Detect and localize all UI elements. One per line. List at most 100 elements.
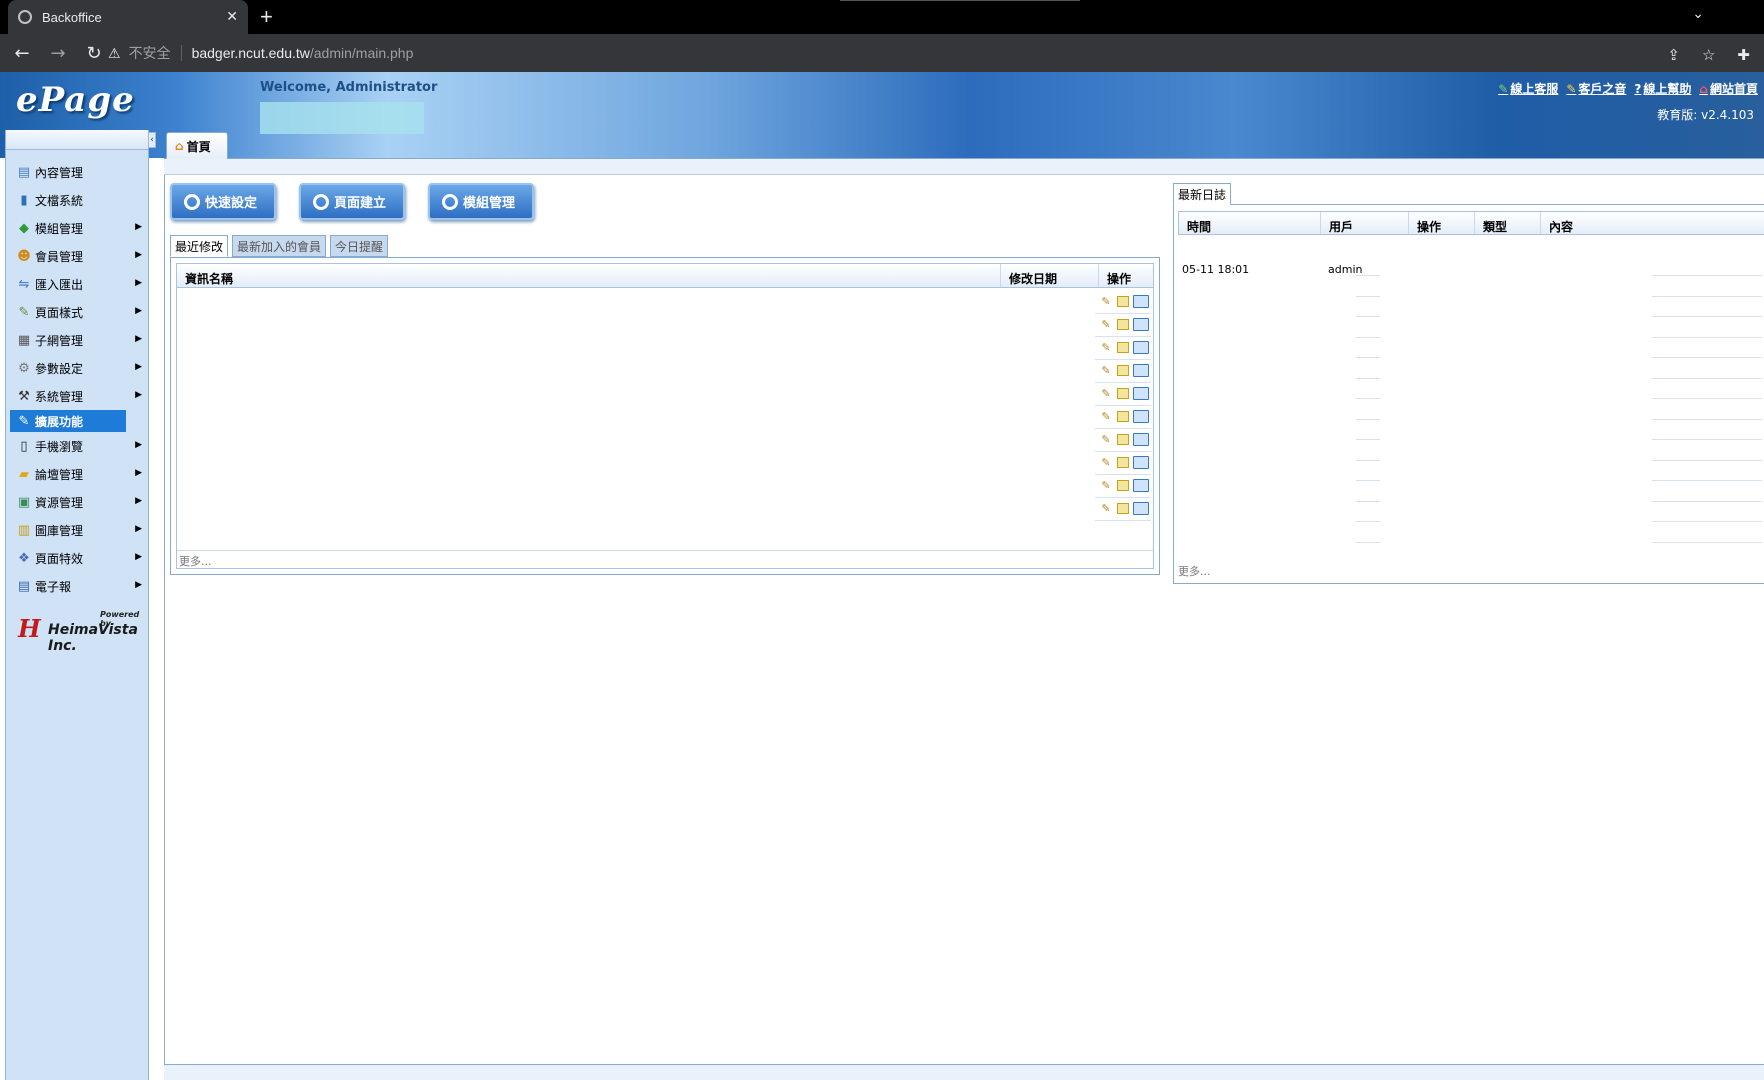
edit-icon[interactable]: ✎ [1099, 502, 1113, 516]
sidebar-item-forum[interactable]: ▰ 論壇管理 ▶ [6, 460, 148, 488]
edit-icon[interactable]: ✎ [1099, 387, 1113, 401]
edit-icon[interactable]: ✎ [1099, 410, 1113, 424]
sidebar-item-label: 子網管理 [35, 333, 84, 348]
folder-icon[interactable] [1133, 410, 1149, 423]
submenu-arrow-icon: ▶ [135, 278, 142, 288]
close-tab-icon[interactable]: ✕ [226, 9, 238, 25]
tab-new-members[interactable]: 最新加入的會員 [232, 235, 327, 257]
sidebar-item-modules[interactable]: ◆ 模組管理 ▶ [6, 214, 148, 242]
sidebar-menu: ▤ 內容管理 ▮ 文檔系統 ◆ 模組管理 ▶ ☻ 會員管理 ▶ ⇋ 匯入匯出 ▶ ✎ 頁面樣式 ▶ … [6, 150, 148, 600]
grid-icon[interactable] [1117, 319, 1129, 330]
link-site-home[interactable]: ⌂ 網站首頁 [1699, 80, 1758, 97]
edit-icon[interactable]: ✎ [1099, 318, 1113, 332]
row-divider [1356, 336, 1380, 338]
grid-icon[interactable] [1117, 296, 1129, 307]
submenu-arrow-icon: ▶ [135, 306, 142, 316]
log-more-link[interactable]: 更多... [1178, 563, 1211, 579]
folder-icon[interactable] [1133, 318, 1149, 331]
row-divider [1356, 398, 1380, 399]
sidebar-item-gallery[interactable]: ▥ 圖庫管理 ▶ [6, 516, 148, 544]
grid-icon[interactable] [1117, 365, 1129, 376]
share-icon[interactable]: ⇪ [1667, 46, 1680, 64]
forward-icon[interactable]: → [44, 43, 72, 64]
sidebar-item-system[interactable]: ⚒ 系統管理 ▶ [6, 382, 148, 410]
browser-tab-bar: Backoffice ✕ + ⌄ [0, 0, 1764, 34]
folder-icon[interactable] [1133, 456, 1149, 469]
sidebar-item-label: 匯入匯出 [35, 277, 84, 292]
sidebar-item-subsite[interactable]: ▦ 子網管理 ▶ [6, 326, 148, 354]
sidebar-item-mobile[interactable]: ▯ 手機瀏覽 ▶ [6, 432, 148, 460]
link-online-service[interactable]: ✎ 線上客服 [1498, 80, 1558, 97]
browser-tab[interactable]: Backoffice ✕ [8, 0, 248, 34]
collapse-sidebar-icon[interactable]: ‹ [148, 132, 156, 148]
edit-icon[interactable]: ✎ [1099, 364, 1113, 378]
more-link[interactable]: 更多... [177, 550, 1153, 568]
module-manage-button[interactable]: 模組管理 [428, 183, 534, 220]
folder-icon[interactable] [1133, 433, 1149, 446]
edit-icon[interactable]: ✎ [1099, 456, 1113, 470]
quick-setup-button[interactable]: 快速設定 [170, 183, 276, 220]
link-online-help[interactable]: ? 線上幫助 [1634, 80, 1691, 97]
address-bar[interactable]: ⚠ 不安全 badger.ncut.edu.tw/admin/main.php … [108, 38, 1764, 68]
sidebar-item-resources[interactable]: ▣ 資源管理 ▶ [6, 488, 148, 516]
newsletter-icon: ▤ [17, 578, 31, 594]
grid-icon[interactable] [1117, 434, 1129, 445]
edit-icon[interactable]: ✎ [1099, 295, 1113, 309]
folder-icon[interactable] [1133, 341, 1149, 354]
back-icon[interactable]: ← [8, 43, 36, 64]
members-icon: ☻ [17, 248, 31, 264]
reload-icon[interactable]: ↻ [80, 43, 108, 64]
sidebar-item-docs[interactable]: ▮ 文檔系統 [6, 186, 148, 214]
edit-icon[interactable]: ✎ [1099, 433, 1113, 447]
col-user[interactable]: 用戶 [1321, 212, 1409, 234]
col-operation[interactable]: 操作 [1409, 212, 1475, 234]
folder-icon[interactable] [1133, 295, 1149, 308]
new-tab-button[interactable]: + [260, 4, 273, 30]
edit-icon[interactable]: ✎ [1099, 479, 1113, 493]
sidebar-item-settings[interactable]: ⚙ 參數設定 ▶ [6, 354, 148, 382]
insecure-label[interactable]: 不安全 [129, 43, 171, 63]
extensions-icon[interactable]: ✚ [1737, 46, 1750, 64]
grid-icon[interactable] [1117, 388, 1129, 399]
link-customer-voice[interactable]: ✎ 客戶之音 [1566, 80, 1626, 97]
mobile-icon: ▯ [20, 438, 28, 454]
col-modified-date[interactable]: 修改日期 [1001, 264, 1099, 287]
col-time[interactable]: 時間 [1179, 212, 1321, 234]
col-title[interactable]: 資訊名稱 [177, 264, 1001, 287]
sidebar-item-extensions[interactable]: ✎ 擴展功能 [10, 410, 126, 432]
folder-icon[interactable] [1133, 479, 1149, 492]
tab-today-reminders[interactable]: 今日提醒 [330, 235, 389, 257]
col-type[interactable]: 類型 [1475, 212, 1541, 234]
sidebar-item-label: 資源管理 [35, 495, 84, 510]
sidebar-item-newsletter[interactable]: ▤ 電子報 ▶ [6, 572, 148, 600]
row-divider [1652, 377, 1762, 379]
edit-icon[interactable]: ✎ [1099, 341, 1113, 355]
tab-recent-changes[interactable]: 最近修改 [170, 235, 229, 257]
chevron-down-icon[interactable]: ⌄ [1692, 6, 1704, 22]
grid-icon[interactable] [1117, 342, 1129, 353]
tab-latest-log[interactable]: 最新日誌 [1173, 183, 1232, 205]
create-page-button[interactable]: 頁面建立 [299, 183, 405, 220]
col-content[interactable]: 內容 [1541, 212, 1581, 234]
submenu-arrow-icon: ▶ [135, 440, 142, 450]
folder-icon[interactable] [1133, 364, 1149, 377]
warning-icon[interactable]: ⚠ [108, 45, 121, 62]
submenu-arrow-icon: ▶ [135, 390, 142, 400]
grid-icon[interactable] [1117, 480, 1129, 491]
star-icon[interactable]: ☆ [1702, 46, 1715, 64]
sidebar-item-import-export[interactable]: ⇋ 匯入匯出 ▶ [6, 270, 148, 298]
main-tabstrip: ⌂ 首頁 [164, 130, 1764, 159]
circle-icon [442, 193, 458, 210]
system-icon: ⚒ [18, 388, 30, 404]
sidebar-item-effects[interactable]: ❖ 頁面特效 ▶ [6, 544, 148, 572]
folder-icon[interactable] [1133, 387, 1149, 400]
sidebar-item-content[interactable]: ▤ 內容管理 [6, 158, 148, 186]
grid-icon[interactable] [1117, 457, 1129, 468]
tab-home[interactable]: ⌂ 首頁 [166, 132, 228, 159]
sidebar-item-members[interactable]: ☻ 會員管理 ▶ [6, 242, 148, 270]
folder-icon[interactable] [1133, 502, 1149, 515]
sidebar-item-page-style[interactable]: ✎ 頁面樣式 ▶ [6, 298, 148, 326]
import-export-icon: ⇋ [18, 276, 30, 292]
grid-icon[interactable] [1117, 411, 1129, 422]
grid-icon[interactable] [1117, 503, 1129, 514]
